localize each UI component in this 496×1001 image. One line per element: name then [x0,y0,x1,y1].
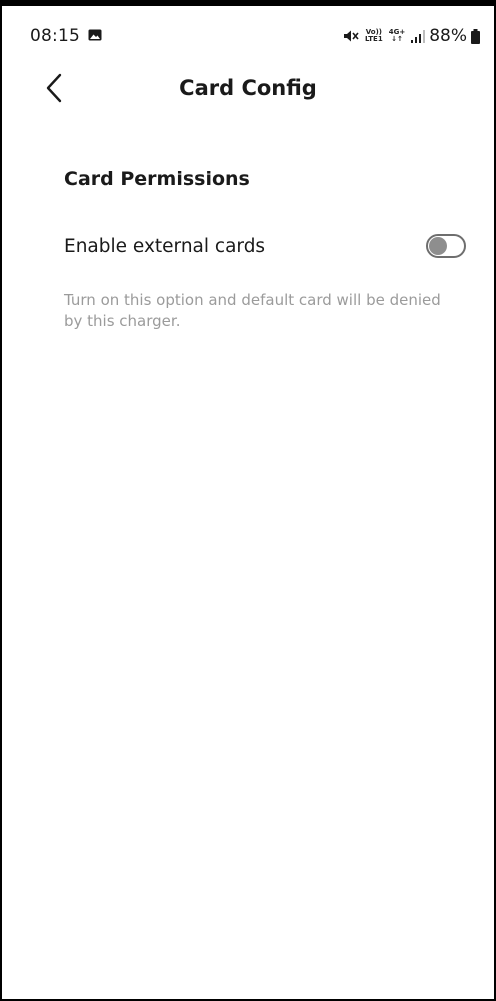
mute-icon [343,30,359,42]
network-type-bottom: ↓↑ [391,35,403,43]
page-title: Card Config [179,76,317,100]
status-bar: 08:15 Vo)) LTE1 4G+ ↓↑ 88% [2,6,494,46]
toggle-knob [429,237,447,255]
app-screen: 08:15 Vo)) LTE1 4G+ ↓↑ 88% Card Config C… [0,0,496,1001]
status-time: 08:15 [30,26,80,46]
app-header: Card Config [2,54,494,124]
signal-icon [411,29,426,43]
network-type-indicator: 4G+ ↓↑ [389,29,405,43]
gallery-icon [88,29,102,41]
section-title: Card Permissions [64,168,250,190]
status-icons: Vo)) LTE1 4G+ ↓↑ 88% [343,26,480,46]
help-text: Turn on this option and default card wil… [64,291,441,330]
volte-indicator: Vo)) LTE1 [365,29,383,43]
battery-percent: 88% [429,26,467,46]
enable-external-cards-toggle[interactable] [426,234,466,258]
enable-external-cards-row[interactable]: Enable external cards [64,228,470,268]
option-label: Enable external cards [64,236,266,257]
battery-icon [471,28,480,44]
volte-line2: LTE1 [364,35,383,43]
